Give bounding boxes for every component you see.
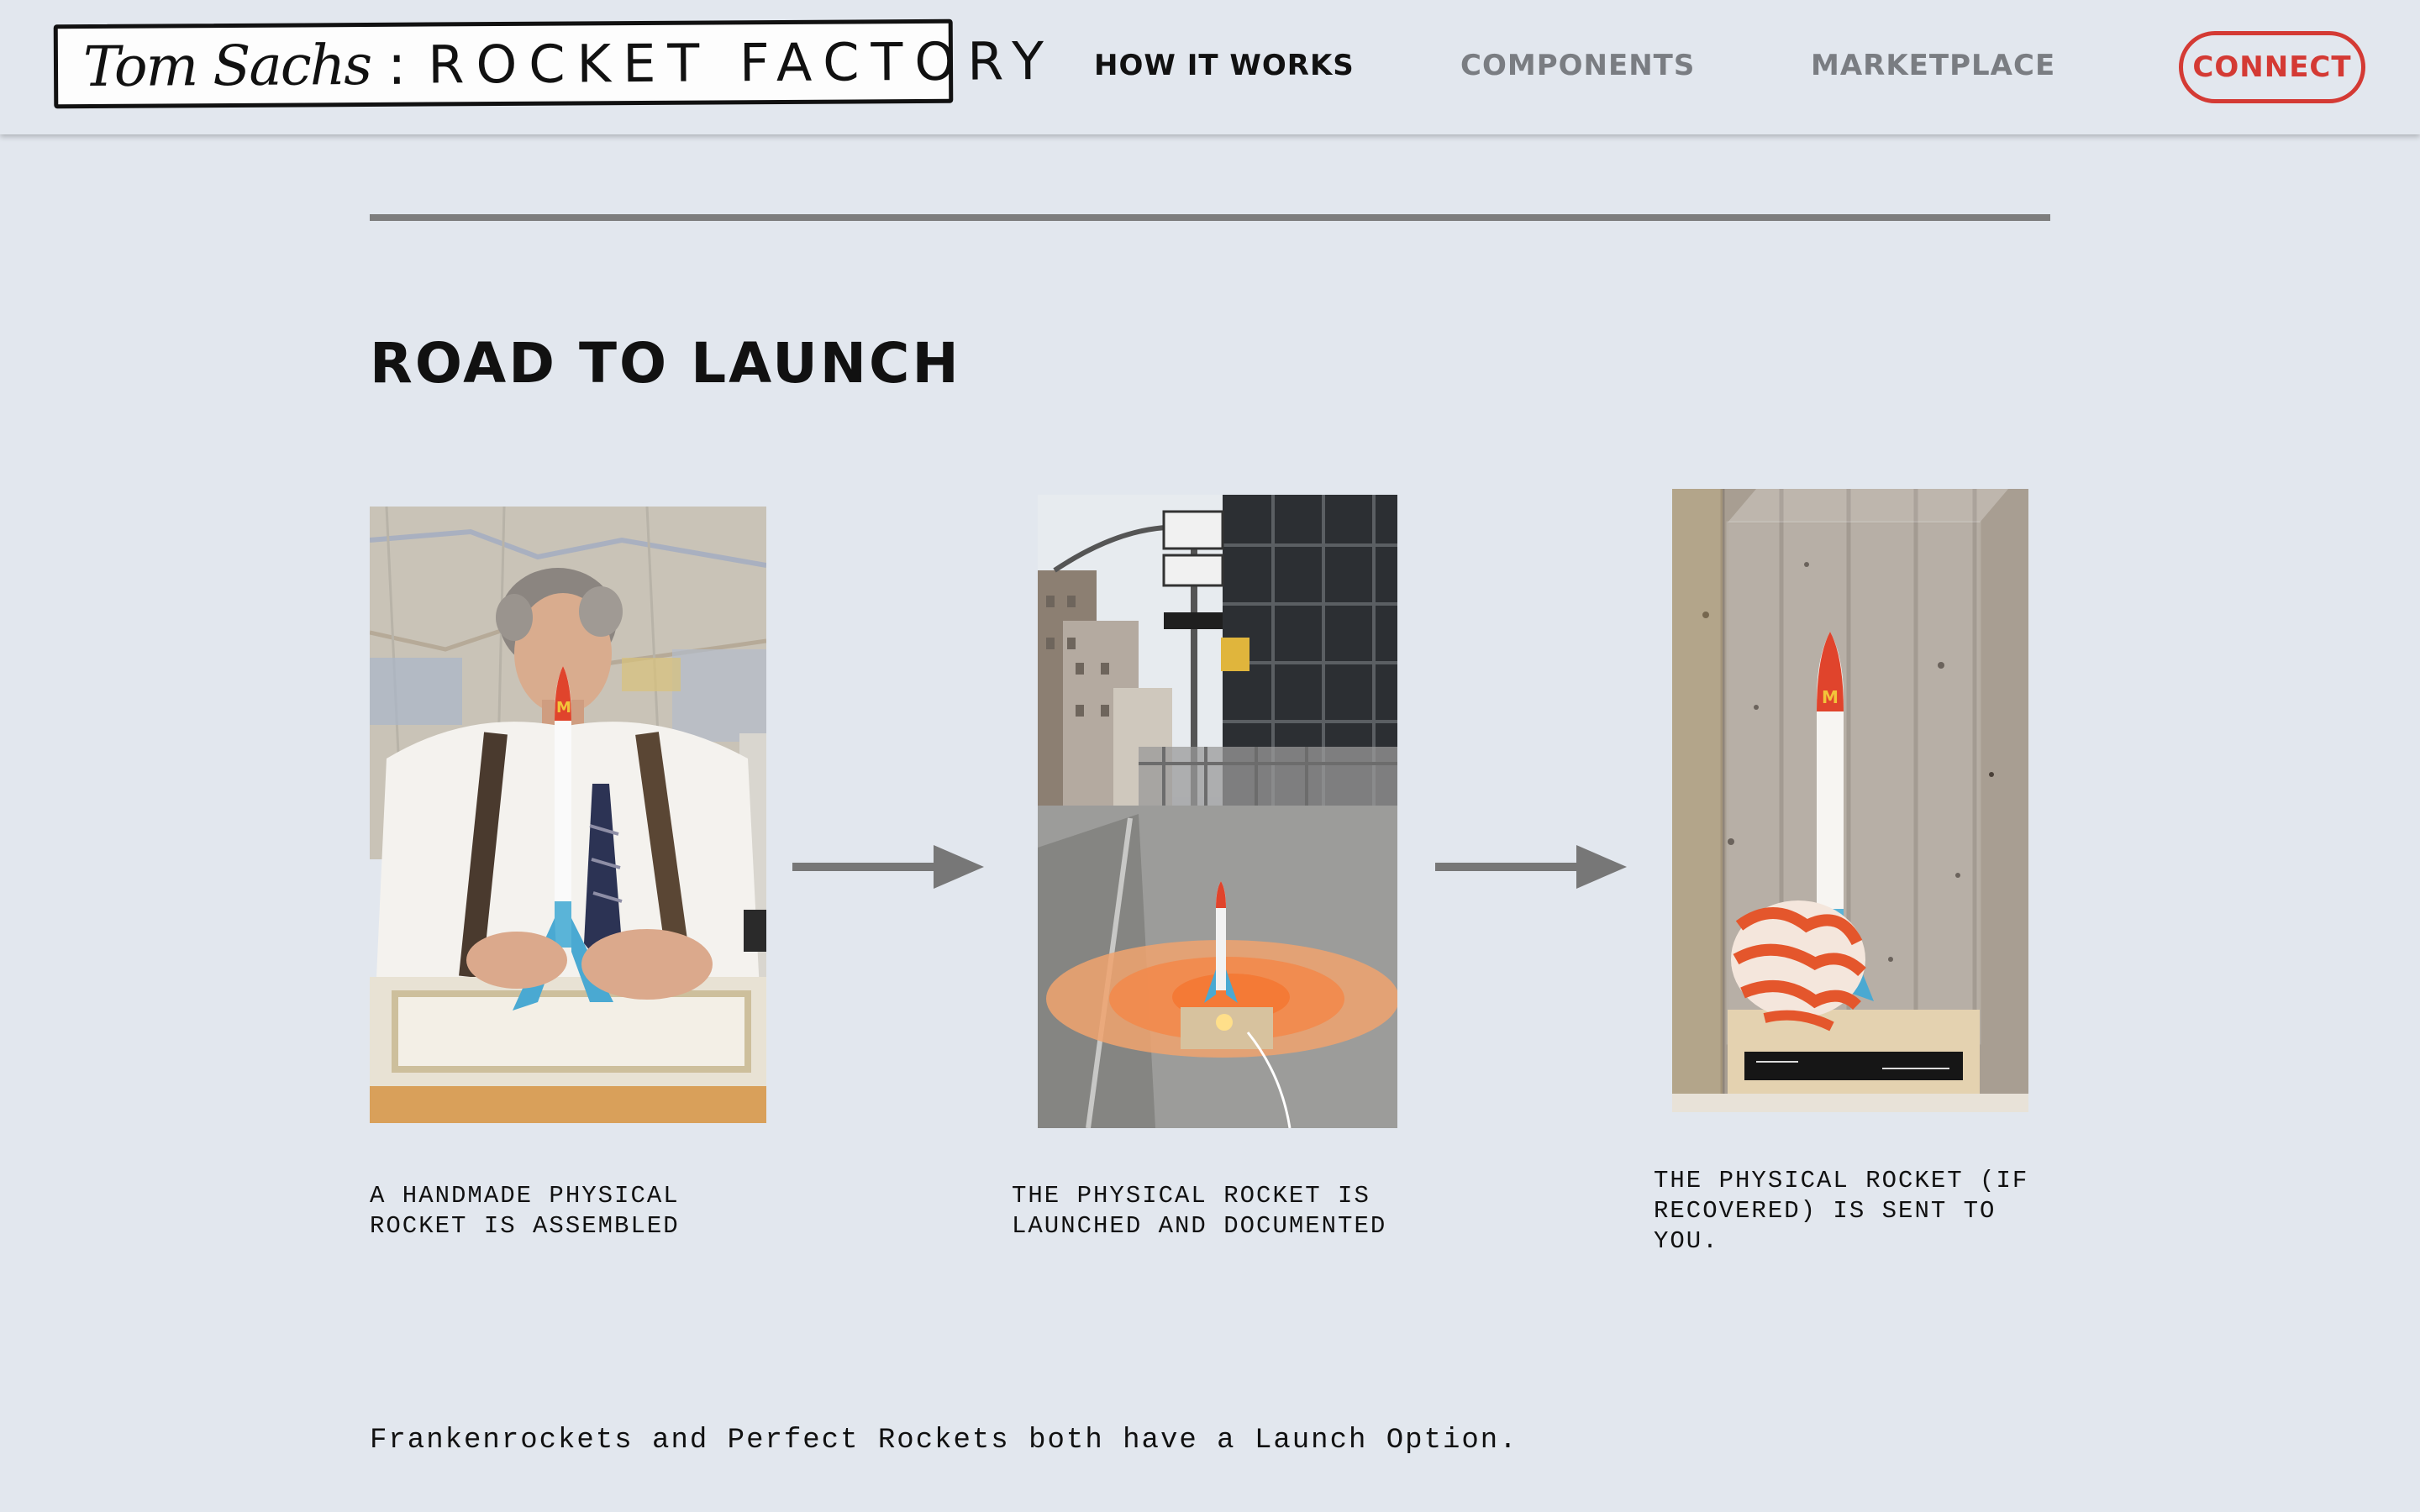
- site-header: Tom Sachs : ROCKET FACTORY HOW IT WORKS …: [0, 0, 2420, 134]
- step-1-photo: M: [370, 507, 766, 1123]
- step-arrow-1: [792, 842, 986, 892]
- logo-signature: Tom Sachs: [82, 32, 371, 99]
- section-title: ROAD TO LAUNCH: [370, 331, 961, 396]
- site-logo[interactable]: Tom Sachs : ROCKET FACTORY: [53, 18, 1055, 109]
- svg-text:M: M: [1822, 687, 1839, 707]
- nav-how-it-works[interactable]: HOW IT WORKS: [1094, 49, 1355, 82]
- nav-marketplace[interactable]: MARKETPLACE: [1811, 49, 2055, 82]
- logo-wordmark: ROCKET FACTORY: [428, 29, 1056, 96]
- connect-button[interactable]: CONNECT: [2179, 31, 2365, 103]
- arrow-right-icon: [1435, 845, 1627, 889]
- step-arrow-2: [1435, 842, 1628, 892]
- step-3-caption: THE PHYSICAL ROCKET (IF RECOVERED) IS SE…: [1654, 1167, 2029, 1255]
- nav-components[interactable]: COMPONENTS: [1460, 49, 1695, 82]
- launch-option-note: Frankenrockets and Perfect Rockets both …: [370, 1425, 1518, 1457]
- step-2-caption: THE PHYSICAL ROCKET IS LAUNCHED AND DOCU…: [1012, 1182, 1387, 1240]
- step-3-photo: M: [1672, 489, 2028, 1112]
- arrow-right-icon: [792, 845, 984, 889]
- section-divider: [370, 214, 2050, 221]
- svg-text:M: M: [556, 699, 571, 717]
- step-1-caption: A HANDMADE PHYSICAL ROCKET IS ASSEMBLED: [370, 1182, 680, 1240]
- step-2-photo: [1038, 495, 1397, 1128]
- logo-separator: :: [387, 32, 407, 97]
